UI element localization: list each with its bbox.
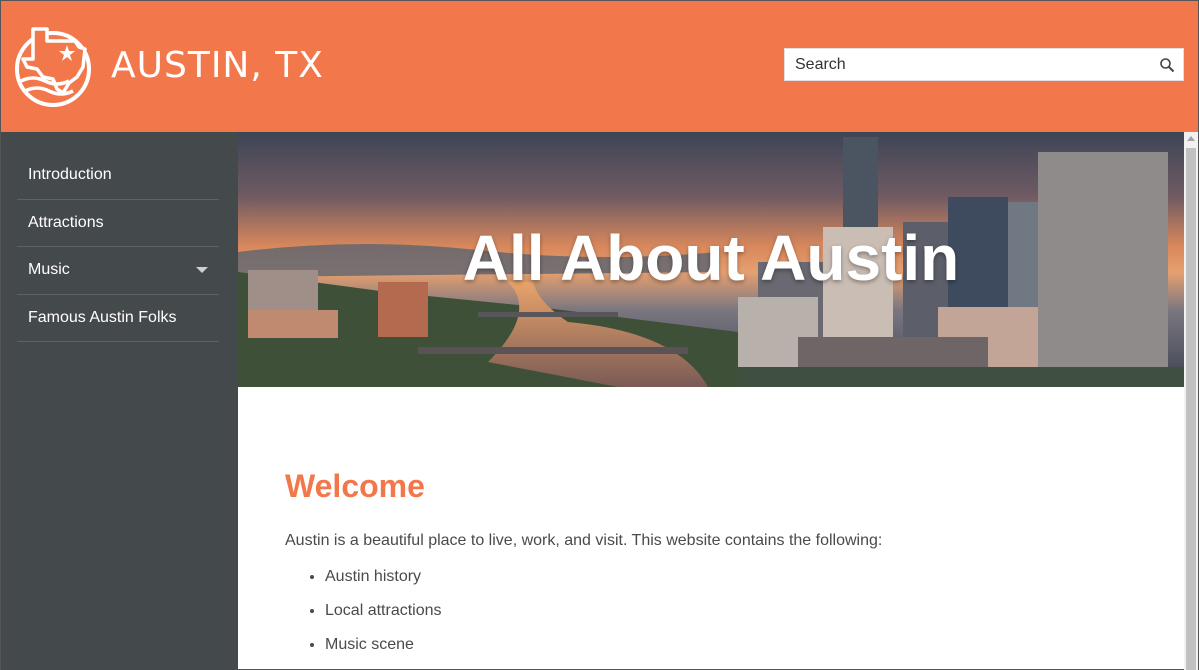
sidebar-item-attractions[interactable]: Attractions (17, 200, 219, 247)
list-item: Music scene (325, 635, 1165, 669)
texas-logo-icon[interactable] (13, 19, 93, 109)
search-input[interactable] (785, 49, 1145, 80)
feature-list: Austin history Local attractions Music s… (285, 567, 1165, 669)
site-title[interactable]: AUSTIN, TX (111, 45, 324, 86)
intro-paragraph: Austin is a beautiful place to live, wor… (285, 532, 883, 549)
welcome-heading: Welcome (285, 468, 425, 504)
sidebar-item-introduction[interactable]: Introduction (17, 152, 219, 200)
main-content: Welcome Austin is a beautiful place to l… (285, 466, 1165, 669)
hero-title: All About Austin (462, 222, 960, 294)
search-bar[interactable] (784, 48, 1184, 81)
scrollbar-thumb[interactable] (1186, 148, 1196, 670)
sidebar-item-label: Introduction (28, 166, 112, 184)
sidebar-item-label: Attractions (28, 213, 104, 231)
search-icon[interactable] (1159, 57, 1175, 73)
sidebar-item-label: Famous Austin Folks (28, 308, 177, 326)
sidebar-item-label: Music (28, 261, 70, 279)
scroll-up-arrow-icon[interactable] (1187, 136, 1195, 141)
caret-down-icon[interactable] (196, 267, 208, 273)
hero-banner: All About Austin (238, 132, 1184, 387)
page-scrollbar[interactable] (1184, 132, 1198, 670)
sidebar-nav: Introduction Attractions Music Famous Au… (17, 152, 219, 342)
sidebar: Introduction Attractions Music Famous Au… (1, 132, 238, 670)
sidebar-item-famous-austin-folks[interactable]: Famous Austin Folks (17, 295, 219, 342)
sidebar-item-music[interactable]: Music (17, 247, 219, 295)
site-header: AUSTIN, TX (1, 1, 1198, 132)
list-item: Local attractions (325, 601, 1165, 635)
list-item: Austin history (325, 567, 1165, 601)
